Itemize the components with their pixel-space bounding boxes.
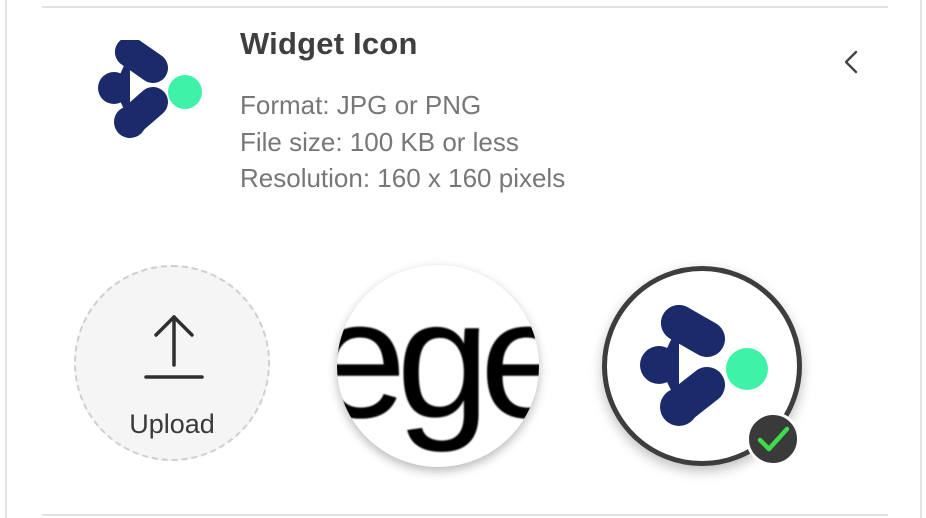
widget-logo-preview <box>98 40 202 138</box>
spec-format: Format: JPG or PNG <box>240 90 482 120</box>
checkmark-icon <box>757 426 790 452</box>
brand-logo-icon <box>640 305 768 426</box>
card-left-border <box>5 0 7 518</box>
text-image-option[interactable]: ege <box>337 265 539 467</box>
selected-badge <box>746 412 800 466</box>
brand-logo-icon <box>98 40 202 138</box>
text-image-thumbnail: ege <box>337 265 539 453</box>
upload-button[interactable]: Upload <box>74 265 270 461</box>
upload-arrow-icon <box>144 315 204 379</box>
spec-resolution: Resolution: 160 x 160 pixels <box>240 163 566 193</box>
bottom-divider <box>42 514 888 516</box>
spec-file-size: File size: 100 KB or less <box>240 127 519 157</box>
card-right-border <box>920 0 922 518</box>
upload-label: Upload <box>129 409 215 439</box>
top-divider <box>42 6 888 8</box>
widget-title: Widget Icon <box>240 26 418 61</box>
chevron-left-icon[interactable] <box>834 44 870 80</box>
